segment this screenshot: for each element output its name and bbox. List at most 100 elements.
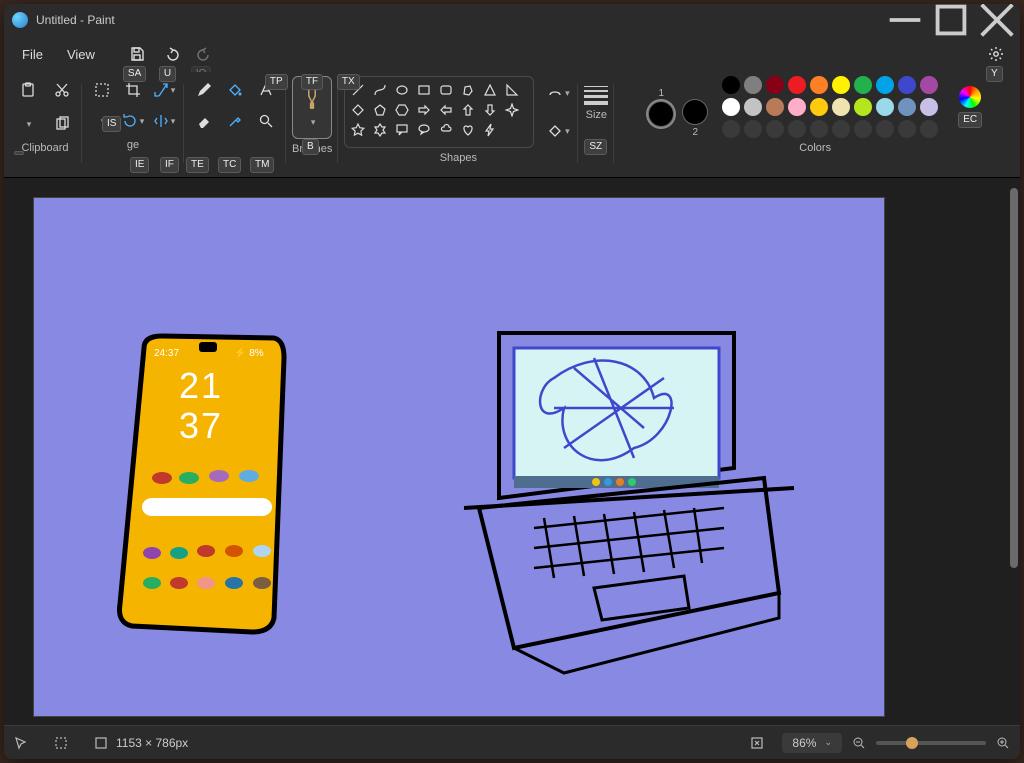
picker-tool[interactable] (221, 107, 249, 135)
palette-swatch[interactable] (832, 76, 850, 94)
zoom-out-button[interactable] (852, 736, 866, 750)
palette-swatch[interactable] (810, 98, 828, 116)
palette-swatch[interactable] (854, 76, 872, 94)
palette-swatch[interactable] (788, 98, 806, 116)
keytip-if: IF (160, 157, 179, 173)
group-clipboard: ▾ Clipboard (8, 74, 82, 177)
stroke-size-icon (584, 86, 608, 105)
zoom-slider[interactable] (876, 741, 986, 745)
chevron-down-icon: ▾ (27, 119, 32, 130)
chevron-down-icon: ⌄ (824, 737, 832, 748)
fit-screen-button[interactable] (750, 736, 764, 750)
size-button[interactable] (584, 76, 608, 105)
svg-text:37: 37 (179, 405, 223, 446)
palette-swatch[interactable] (898, 98, 916, 116)
palette-swatch[interactable] (832, 98, 850, 116)
palette-swatch[interactable] (744, 98, 762, 116)
roundrect-icon (439, 83, 453, 97)
edit-colors-button[interactable] (959, 86, 981, 108)
palette-swatch[interactable] (766, 76, 784, 94)
color1-num: 1 (658, 88, 664, 99)
pencil-tool[interactable] (190, 76, 218, 104)
palette-swatch[interactable] (898, 120, 916, 138)
palette-swatch[interactable] (920, 120, 938, 138)
minimize-button[interactable] (882, 4, 928, 36)
shape-fill[interactable]: ▾ (544, 117, 572, 145)
palette-swatch[interactable] (788, 120, 806, 138)
paste-button[interactable] (14, 76, 42, 104)
select-tool[interactable] (88, 76, 116, 104)
keytip-ec: EC (958, 112, 982, 128)
diamond-icon (351, 103, 365, 117)
palette-swatch[interactable] (898, 76, 916, 94)
shapes-gallery[interactable] (344, 76, 534, 148)
keytip-tf: TF (301, 74, 323, 90)
palette-swatch[interactable] (810, 76, 828, 94)
palette-swatch[interactable] (766, 98, 784, 116)
scissors-icon (54, 82, 70, 98)
eraser-tool[interactable] (190, 107, 218, 135)
star6-icon (373, 123, 387, 137)
palette-swatch[interactable] (920, 76, 938, 94)
palette-swatch[interactable] (920, 98, 938, 116)
zoom-tool[interactable] (252, 107, 280, 135)
palette-swatch[interactable] (876, 76, 894, 94)
scrollbar-thumb[interactable] (1010, 188, 1018, 568)
vertical-scrollbar[interactable] (1010, 182, 1018, 723)
paste-icon (20, 82, 36, 98)
statusbar: 1153 × 786px 86% ⌄ (4, 725, 1020, 759)
fill-tool[interactable] (221, 76, 249, 104)
keytip-tm: TM (250, 157, 274, 173)
palette-swatch[interactable] (854, 120, 872, 138)
palette-swatch[interactable] (722, 120, 740, 138)
palette-swatch[interactable] (722, 76, 740, 94)
zoom-in-button[interactable] (996, 736, 1010, 750)
redo-button[interactable]: IO (189, 38, 221, 70)
save-button[interactable]: SA (121, 38, 153, 70)
canvas-size: 1153 × 786px (94, 736, 188, 750)
menu-view[interactable]: View (57, 41, 105, 68)
palette-swatch[interactable] (788, 76, 806, 94)
close-button[interactable] (974, 4, 1020, 36)
eyedropper-icon (227, 113, 243, 129)
palette-swatch[interactable] (876, 120, 894, 138)
zoom-slider-knob[interactable] (906, 737, 918, 749)
zoom-dropdown[interactable]: 86% ⌄ (782, 733, 842, 753)
palette-swatch[interactable] (854, 98, 872, 116)
canvas[interactable]: 24:37 ⚡ 8% 21 37 (34, 198, 884, 716)
palette-swatch[interactable] (722, 98, 740, 116)
keytip-tp: TP (265, 74, 288, 90)
group-label-shapes: Shapes (440, 152, 477, 168)
settings-button[interactable]: Y (980, 38, 1012, 70)
cut-button[interactable] (48, 76, 76, 104)
rotate-tool[interactable]: ▾ (119, 107, 147, 135)
flip-tool[interactable]: ▾ (150, 107, 178, 135)
cursor-icon (14, 736, 28, 750)
palette-swatch[interactable] (876, 98, 894, 116)
maximize-button[interactable] (928, 4, 974, 36)
palette-swatch[interactable] (766, 120, 784, 138)
star5-icon (351, 123, 365, 137)
paste-dropdown[interactable]: ▾ (14, 110, 42, 138)
zoom-text: 86% (792, 736, 816, 750)
heart-icon (461, 123, 475, 137)
palette-swatch[interactable] (744, 76, 762, 94)
ribbon: ▾ Clipboard ▾ ▾ ▾ ▾ IS IE IF ge (4, 72, 1020, 178)
shape-outline[interactable]: ▾ (544, 79, 572, 107)
keytip-y: Y (986, 66, 1003, 82)
palette-swatch[interactable] (810, 120, 828, 138)
arrow-l-icon (439, 103, 453, 117)
group-label-size: Size (586, 109, 607, 125)
palette-swatch[interactable] (744, 120, 762, 138)
color1-swatch[interactable] (648, 101, 674, 127)
undo-button[interactable]: U (155, 38, 187, 70)
color2-swatch[interactable] (682, 99, 708, 125)
titlebar: Untitled - Paint (4, 4, 1020, 36)
window-title: Untitled - Paint (36, 13, 115, 27)
color2-num: 2 (692, 127, 698, 138)
copy-button[interactable] (48, 110, 76, 138)
menu-file[interactable]: File (12, 41, 53, 68)
keytip-undo: U (159, 66, 176, 82)
palette-swatch[interactable] (832, 120, 850, 138)
group-label-tools (233, 139, 236, 155)
